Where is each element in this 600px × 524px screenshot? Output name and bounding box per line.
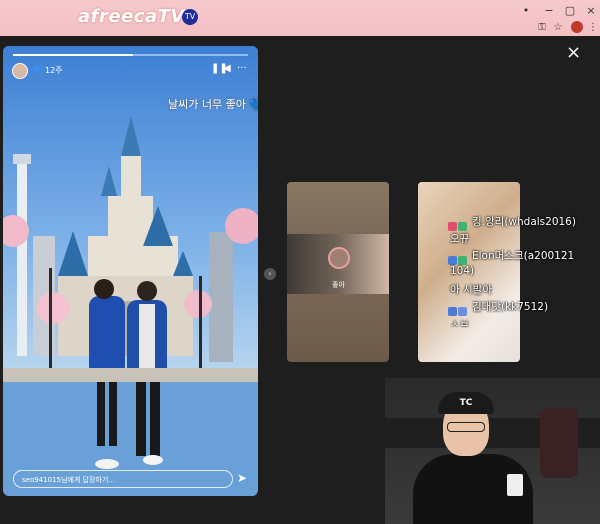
fan-badge-icon <box>448 307 457 316</box>
thumbnail-caption: 좋아 <box>332 281 345 289</box>
fan-badge-icon <box>448 256 457 265</box>
chat-message: 오뀨 <box>450 233 470 245</box>
chat-message: ㅅㅂ <box>450 318 470 330</box>
tv-badge-icon: TV <box>182 9 198 25</box>
story-card[interactable]: ♥ 12주 ❚❚ ◀ ··· 날씨가 너무 좋아 💙 seo941015님에게 … <box>3 46 258 496</box>
story-photo <box>3 116 258 469</box>
minimize-button[interactable]: − <box>542 4 556 18</box>
menu-icon[interactable]: ⋮ <box>587 22 599 34</box>
record-icon[interactable]: • <box>519 4 533 18</box>
chat-nickname[interactable]: Elon머스크(a200121 <box>472 248 574 263</box>
subscriber-badge-icon <box>458 222 467 231</box>
afreecatv-logo[interactable]: afreecaTV <box>78 6 185 27</box>
subscriber-badge-icon <box>458 256 467 265</box>
chat-user-row: Elon머스크(a200121 <box>448 248 598 265</box>
browser-chrome: afreecaTV TV • − ▢ × ⚿ ☆ ⋮ <box>0 0 600 36</box>
thumbnail-avatar <box>328 247 350 269</box>
reply-input[interactable]: seo941015님에게 답장하기... <box>13 470 233 488</box>
sound-icon[interactable]: ◀ <box>223 63 231 74</box>
chat-message: 아 시발아 <box>450 284 492 296</box>
more-icon[interactable]: ··· <box>237 63 247 74</box>
heart-icon[interactable]: ♥ <box>32 64 42 77</box>
star-icon[interactable]: ☆ <box>552 22 564 34</box>
profile-icon[interactable] <box>571 21 583 33</box>
webcam-chair <box>540 408 578 478</box>
chat-message: 104) <box>450 265 475 277</box>
story-caption: 날씨가 너무 좋아 💙 <box>168 98 258 111</box>
chat-badges <box>448 250 470 265</box>
streamer-glasses <box>447 422 485 432</box>
chat-badges <box>448 301 470 316</box>
chat-user-row: 김대닷(kk7512) <box>448 299 598 316</box>
close-icon[interactable]: × <box>566 44 581 62</box>
story-time: 12주 <box>45 66 63 75</box>
chat-badges <box>448 216 470 231</box>
close-window-button[interactable]: × <box>584 4 598 18</box>
webcam-overlay: TC <box>385 378 600 524</box>
chat-nickname[interactable]: 킹.앙리(whdals2016) <box>472 214 576 229</box>
chat-nickname[interactable]: 김대닷(kk7512) <box>472 299 548 314</box>
shirt-patch <box>507 474 523 496</box>
story-progress-fill <box>13 54 133 56</box>
bridge-railing <box>3 368 258 382</box>
fan-badge-icon <box>448 222 457 231</box>
story-thumbnail-1[interactable]: 좋아 <box>287 182 389 362</box>
manager-badge-icon <box>458 307 467 316</box>
chat-user-row: 킹.앙리(whdals2016) <box>448 214 598 231</box>
thumbnail-background <box>287 182 389 234</box>
send-icon[interactable]: ➤ <box>237 471 247 485</box>
next-story-arrow-icon[interactable]: › <box>264 268 276 280</box>
key-icon[interactable]: ⚿ <box>536 22 548 34</box>
chat-overlay: 킹.앙리(whdals2016) 오뀨 Elon머스크(a200121 104)… <box>448 214 598 333</box>
maximize-button[interactable]: ▢ <box>563 4 577 18</box>
streamer-cap: TC <box>438 392 494 414</box>
story-avatar[interactable] <box>12 63 28 79</box>
